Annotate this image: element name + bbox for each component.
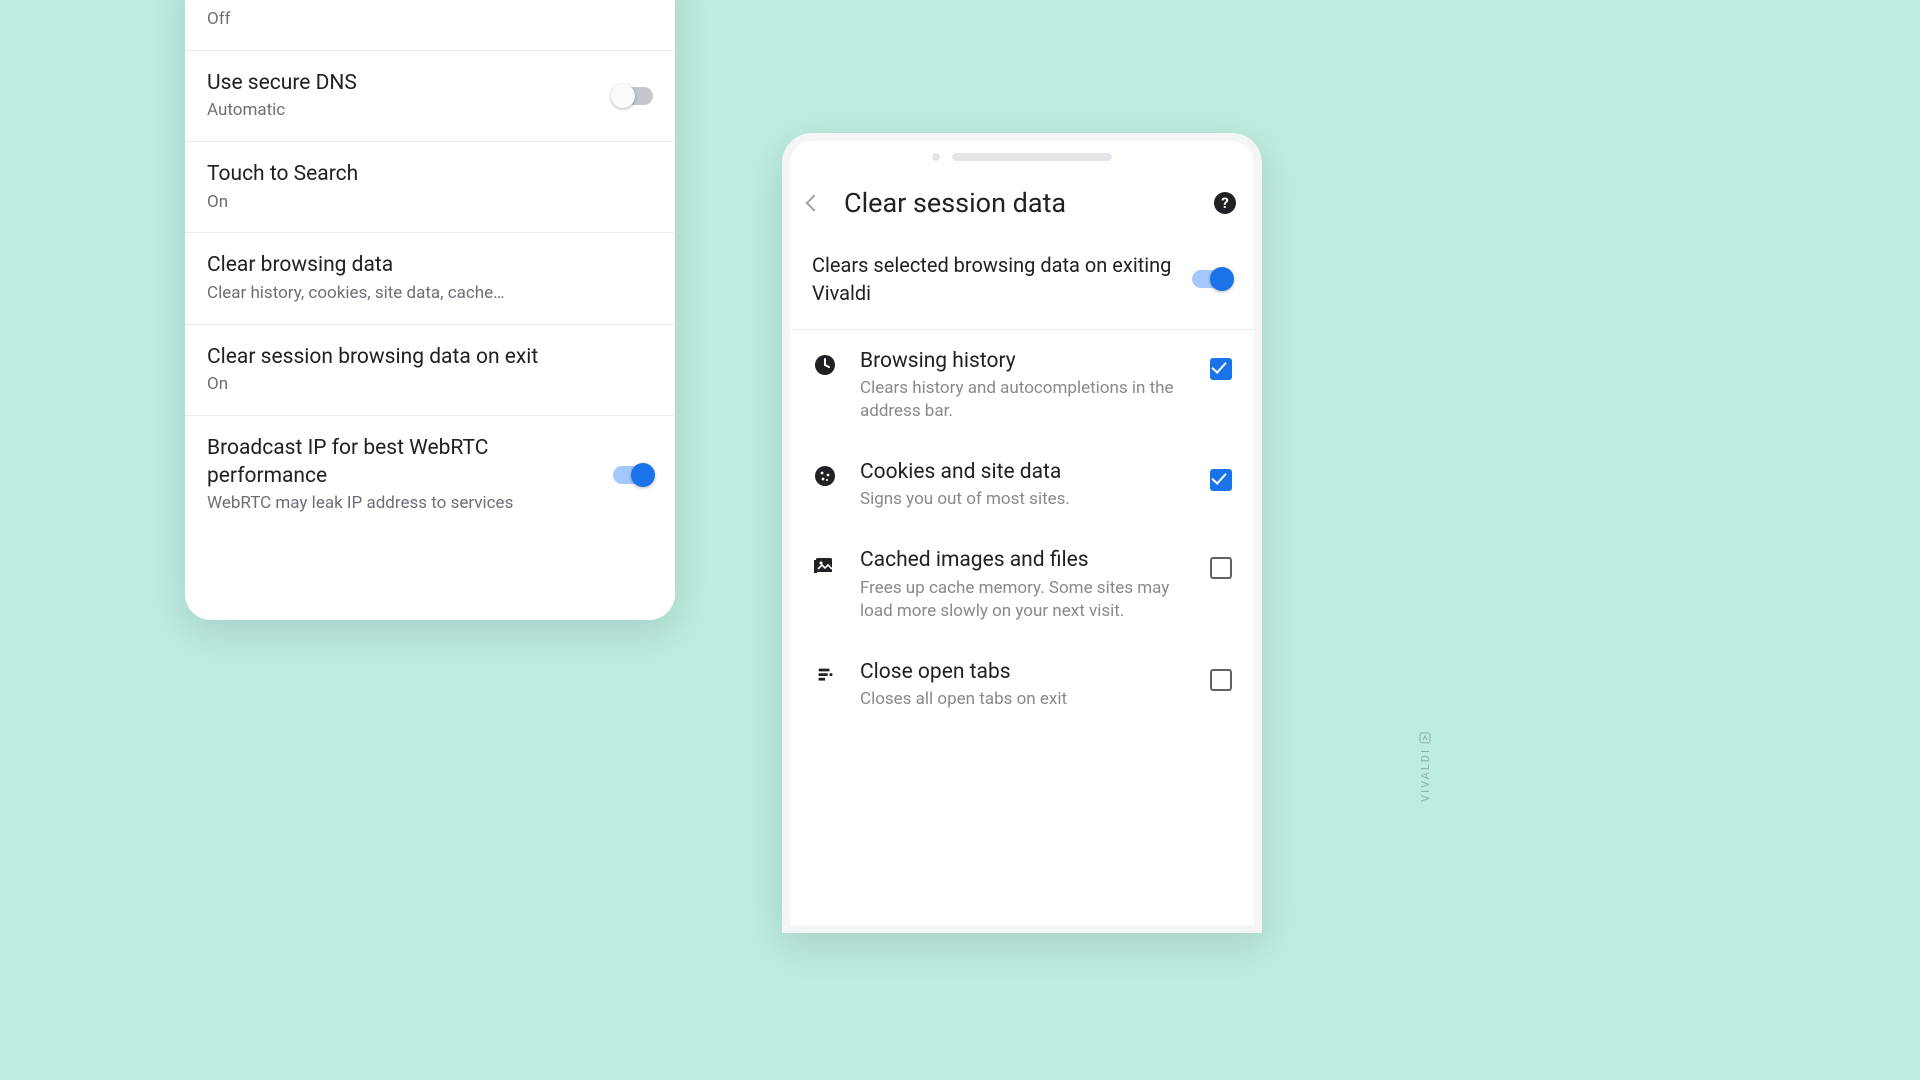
master-toggle[interactable] bbox=[1192, 270, 1232, 288]
master-toggle-label: Clears selected browsing data on exiting… bbox=[812, 251, 1174, 307]
settings-list-phone: 'Do Not Track' Off Use secure DNS Automa… bbox=[185, 0, 675, 620]
option-checkbox[interactable] bbox=[1210, 557, 1232, 579]
setting-secure-dns[interactable]: Use secure DNS Automatic bbox=[185, 50, 675, 141]
clear-session-phone: Clear session data ? Clears selected bro… bbox=[782, 133, 1262, 933]
option-sub: Frees up cache memory. Some sites may lo… bbox=[860, 577, 1188, 623]
option-sub: Signs you out of most sites. bbox=[860, 488, 1188, 511]
setting-touch-search[interactable]: Touch to Search On bbox=[185, 141, 675, 232]
setting-sub: On bbox=[207, 373, 653, 397]
setting-sub: On bbox=[207, 191, 653, 215]
option-cookies[interactable]: Cookies and site data Signs you out of m… bbox=[790, 441, 1254, 529]
setting-title: Clear browsing data bbox=[207, 251, 653, 279]
camera-icon bbox=[932, 153, 940, 161]
clock-icon bbox=[812, 352, 838, 378]
option-title: Cookies and site data bbox=[860, 459, 1188, 486]
cookie-icon bbox=[812, 463, 838, 489]
setting-clear-browsing-data[interactable]: Clear browsing data Clear history, cooki… bbox=[185, 232, 675, 323]
setting-clear-session-on-exit[interactable]: Clear session browsing data on exit On bbox=[185, 324, 675, 415]
option-close-tabs[interactable]: Close open tabs Closes all open tabs on … bbox=[790, 641, 1254, 729]
vivaldi-watermark: VIVALDI bbox=[1419, 732, 1432, 802]
secure-dns-toggle[interactable] bbox=[613, 87, 653, 105]
setting-sub: Automatic bbox=[207, 99, 597, 123]
help-icon[interactable]: ? bbox=[1214, 192, 1236, 214]
setting-sub: Clear history, cookies, site data, cache… bbox=[207, 282, 653, 306]
watermark-text: VIVALDI bbox=[1419, 748, 1432, 802]
option-sub: Clears history and autocompletions in th… bbox=[860, 377, 1188, 423]
vivaldi-logo-icon bbox=[1420, 732, 1432, 744]
setting-title: 'Do Not Track' bbox=[207, 0, 653, 6]
option-sub: Closes all open tabs on exit bbox=[860, 688, 1188, 711]
option-checkbox[interactable] bbox=[1210, 469, 1232, 491]
setting-title: Clear session browsing data on exit bbox=[207, 343, 653, 371]
page-header: Clear session data ? bbox=[790, 167, 1254, 237]
master-toggle-row[interactable]: Clears selected browsing data on exiting… bbox=[790, 237, 1254, 330]
image-icon bbox=[812, 551, 838, 577]
speaker-icon bbox=[952, 153, 1112, 161]
page-title: Clear session data bbox=[844, 187, 1190, 219]
option-title: Close open tabs bbox=[860, 659, 1188, 686]
setting-title: Touch to Search bbox=[207, 160, 653, 188]
option-checkbox[interactable] bbox=[1210, 358, 1232, 380]
setting-sub: Off bbox=[207, 8, 653, 32]
option-browsing-history[interactable]: Browsing history Clears history and auto… bbox=[790, 330, 1254, 441]
option-checkbox[interactable] bbox=[1210, 669, 1232, 691]
back-icon[interactable] bbox=[806, 195, 823, 212]
option-title: Browsing history bbox=[860, 348, 1188, 375]
setting-webrtc-ip[interactable]: Broadcast IP for best WebRTC performance… bbox=[185, 415, 675, 534]
setting-title: Broadcast IP for best WebRTC performance bbox=[207, 434, 597, 491]
setting-title: Use secure DNS bbox=[207, 69, 597, 97]
webrtc-toggle[interactable] bbox=[613, 466, 653, 484]
option-title: Cached images and files bbox=[860, 547, 1188, 574]
setting-sub: WebRTC may leak IP address to services bbox=[207, 492, 597, 516]
option-cached-images[interactable]: Cached images and files Frees up cache m… bbox=[790, 529, 1254, 640]
setting-do-not-track[interactable]: 'Do Not Track' Off bbox=[185, 0, 675, 50]
trash-icon bbox=[812, 663, 838, 689]
phone-top-bar bbox=[790, 141, 1254, 167]
